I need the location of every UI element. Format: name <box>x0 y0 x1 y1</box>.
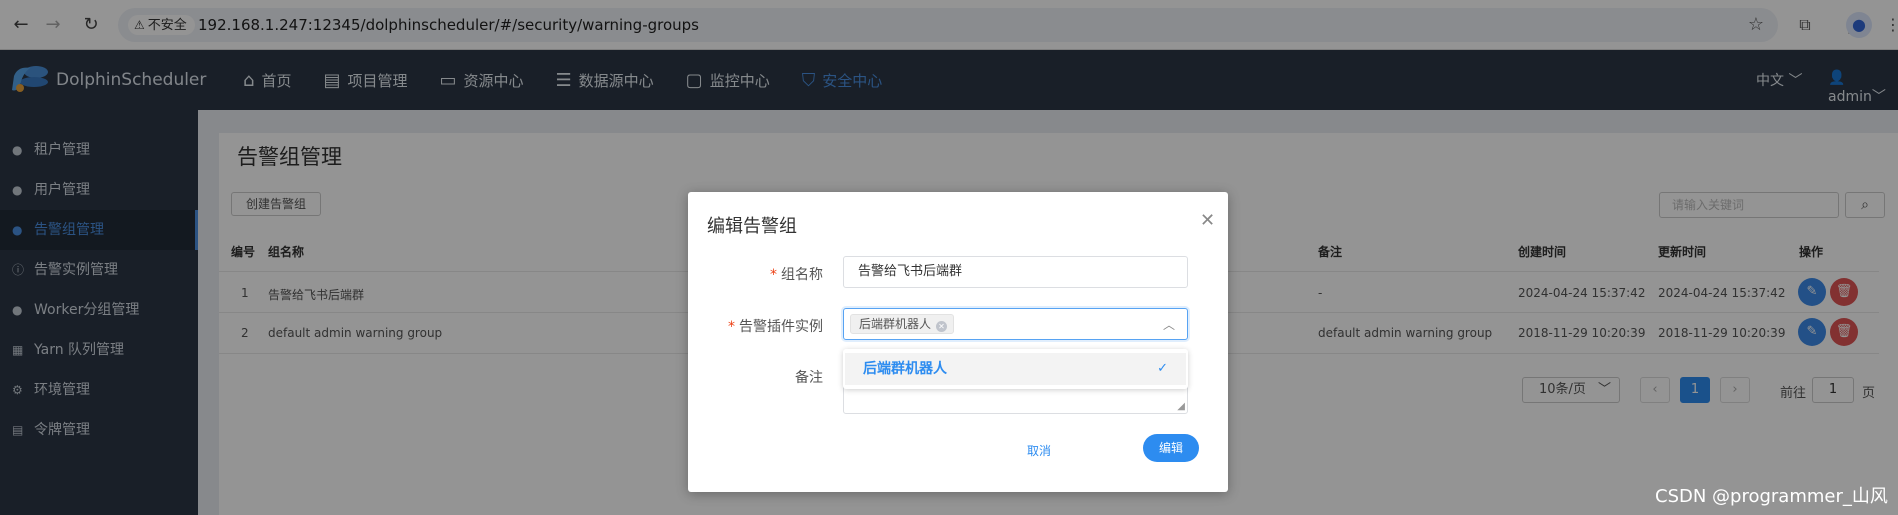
remark-label: 备注 <box>795 370 823 386</box>
cancel-button[interactable]: 取消 <box>1027 442 1051 459</box>
edit-warning-group-modal: 编辑告警组 ✕ * 组名称 告警给飞书后端群 * 告警插件实例 后端群机器人 ✕ ︿ … <box>688 192 1228 492</box>
resize-handle-icon[interactable]: ◢ <box>1177 401 1185 412</box>
dropdown-option[interactable]: 后端群机器人 ✓ <box>845 353 1186 385</box>
check-icon: ✓ <box>1157 361 1168 376</box>
alert-instance-label: * 告警插件实例 <box>728 319 823 335</box>
watermark: CSDN @programmer_山风 <box>1655 486 1888 507</box>
submit-button[interactable]: 编辑 <box>1143 434 1199 462</box>
alert-instance-select[interactable]: 后端群机器人 ✕ ︿ <box>843 308 1188 340</box>
group-name-label: * 组名称 <box>770 267 823 283</box>
selected-tag: 后端群机器人 ✕ <box>850 314 955 334</box>
modal-title: 编辑告警组 <box>707 216 797 237</box>
group-name-input[interactable]: 告警给飞书后端群 <box>843 256 1188 288</box>
tag-remove-icon[interactable]: ✕ <box>936 321 948 332</box>
alert-instance-dropdown: 后端群机器人 ✓ <box>843 349 1188 389</box>
close-icon[interactable]: ✕ <box>1200 210 1215 231</box>
chevron-up-icon[interactable]: ︿ <box>1163 316 1175 333</box>
